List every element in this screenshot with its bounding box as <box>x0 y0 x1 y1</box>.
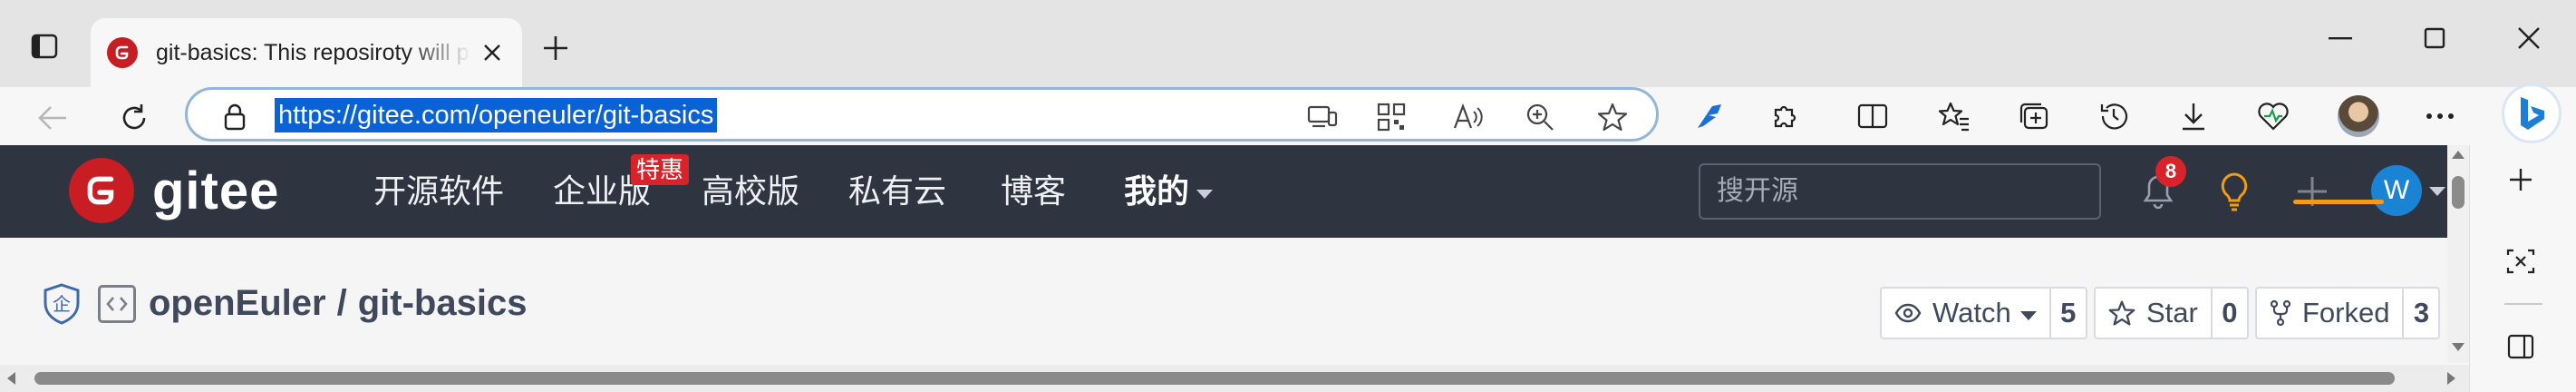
refresh-icon[interactable] <box>112 96 156 140</box>
extensions-puzzle-icon[interactable] <box>1762 93 1809 140</box>
promo-badge: 特惠 <box>631 154 690 185</box>
url-text[interactable]: https://gitee.com/openeuler/git-basics <box>275 98 718 132</box>
window-controls <box>2293 0 2576 76</box>
fork-icon <box>2270 299 2291 327</box>
nav-mine-label: 我的 <box>1124 172 1190 210</box>
profile-avatar-icon[interactable] <box>2335 93 2382 140</box>
repo-owner-link[interactable]: openEuler <box>149 283 326 323</box>
gitee-logo-icon <box>69 158 134 223</box>
brand-name: gitee <box>152 161 280 220</box>
vertical-scroll-thumb[interactable] <box>2452 176 2465 209</box>
bing-copilot-icon[interactable] <box>2502 83 2561 143</box>
maximize-icon[interactable] <box>2387 0 2482 76</box>
fork-count[interactable]: 3 <box>2404 289 2438 338</box>
tab-strip: git-basics: This reposiroty will provide… <box>0 0 2576 87</box>
chevron-down-icon <box>1196 190 1214 199</box>
repo-title: openEuler / git-basics <box>149 283 527 324</box>
screenshot-icon[interactable] <box>2497 238 2544 285</box>
nav-mine-dropdown[interactable]: 我的 <box>1124 169 1214 214</box>
vertical-scrollbar[interactable] <box>2447 145 2469 363</box>
hide-sidebar-icon[interactable] <box>2497 323 2544 370</box>
history-icon[interactable] <box>2090 93 2137 140</box>
sidebar-divider <box>2504 303 2542 305</box>
read-aloud-icon[interactable] <box>1449 99 1486 135</box>
lightbulb-icon[interactable] <box>2210 167 2259 216</box>
edge-sidebar <box>2469 145 2576 392</box>
back-icon[interactable] <box>31 96 74 140</box>
favorite-star-icon[interactable] <box>1594 99 1631 135</box>
sidebar-add-icon[interactable] <box>2497 156 2544 203</box>
app-available-icon[interactable] <box>1304 99 1341 135</box>
gitee-logo[interactable]: gitee <box>69 158 279 223</box>
repo-name-link[interactable]: git-basics <box>358 283 528 323</box>
star-count[interactable]: 0 <box>2213 289 2247 338</box>
horizontal-scrollbar[interactable] <box>0 365 2469 392</box>
more-options-icon[interactable] <box>2416 93 2464 140</box>
watch-count[interactable]: 5 <box>2051 289 2086 338</box>
collections-icon[interactable] <box>2010 93 2058 140</box>
scroll-up-arrow-icon[interactable] <box>2452 151 2465 159</box>
star-button[interactable]: Star <box>2096 289 2213 338</box>
horizontal-scroll-thumb[interactable] <box>34 372 2395 385</box>
scroll-right-arrow-icon[interactable] <box>2447 372 2455 385</box>
repo-title-separator: / <box>336 283 347 323</box>
watch-label: Watch <box>1932 297 2011 328</box>
scroll-left-arrow-icon[interactable] <box>7 372 15 385</box>
fork-label: Forked <box>2302 297 2390 328</box>
nav-open-source[interactable]: 开源软件 <box>373 169 504 214</box>
enterprise-shield-icon: 企 <box>42 282 82 325</box>
browser-essentials-icon[interactable] <box>2250 93 2297 140</box>
notification-count-badge: 8 <box>2155 156 2186 187</box>
star-icon <box>2108 300 2135 326</box>
repo-header: 企 openEuler / git-basics <box>42 282 527 325</box>
forked-indicator-bar <box>2293 200 2384 204</box>
fork-button[interactable]: Forked <box>2257 289 2405 338</box>
downloads-icon[interactable] <box>2170 93 2217 140</box>
favorites-icon[interactable] <box>1931 93 1978 140</box>
split-screen-icon[interactable] <box>1849 93 1896 140</box>
watch-control: Watch 5 <box>1880 287 2087 339</box>
eye-icon <box>1894 303 1922 323</box>
tab-close-icon[interactable] <box>479 39 506 66</box>
star-control: Star 0 <box>2094 287 2249 339</box>
active-tab[interactable]: git-basics: This reposiroty will provide… <box>91 18 522 87</box>
nav-private-cloud[interactable]: 私有云 <box>848 169 946 214</box>
lock-icon[interactable] <box>218 101 251 133</box>
watch-button[interactable]: Watch <box>1882 289 2051 338</box>
new-tab-icon[interactable] <box>533 25 578 71</box>
search-input[interactable]: 搜开源 <box>1699 163 2101 220</box>
extension-feather-icon[interactable] <box>1686 93 1733 140</box>
enterprise-badge-char: 企 <box>53 293 71 315</box>
watch-chevron-icon <box>2019 311 2037 320</box>
tab-title: git-basics: This reposiroty will provide… <box>156 39 471 65</box>
qr-code-icon[interactable] <box>1373 99 1409 135</box>
user-avatar[interactable]: W <box>2371 165 2422 216</box>
zoom-icon[interactable] <box>1522 99 1558 135</box>
user-menu-chevron-icon[interactable] <box>2429 187 2445 196</box>
add-plus-icon[interactable] <box>2288 167 2337 216</box>
code-repo-icon <box>98 284 136 323</box>
fork-control: Forked 3 <box>2255 287 2441 339</box>
minimize-icon[interactable] <box>2293 0 2387 76</box>
scroll-down-arrow-icon[interactable] <box>2452 343 2465 351</box>
tab-actions-icon[interactable] <box>24 27 65 65</box>
gitee-navbar: gitee 开源软件 企业版 特惠 高校版 私有云 博客 我的 搜开源 8 W <box>0 145 2447 238</box>
page-viewport: gitee 开源软件 企业版 特惠 高校版 私有云 博客 我的 搜开源 8 W … <box>0 145 2447 392</box>
gitee-favicon-icon <box>107 37 138 68</box>
nav-blog[interactable]: 博客 <box>1001 169 1066 214</box>
close-window-icon[interactable] <box>2482 0 2576 76</box>
nav-education[interactable]: 高校版 <box>702 169 799 214</box>
address-bar[interactable]: https://gitee.com/openeuler/git-basics <box>185 87 1659 142</box>
star-label: Star <box>2146 297 2198 328</box>
